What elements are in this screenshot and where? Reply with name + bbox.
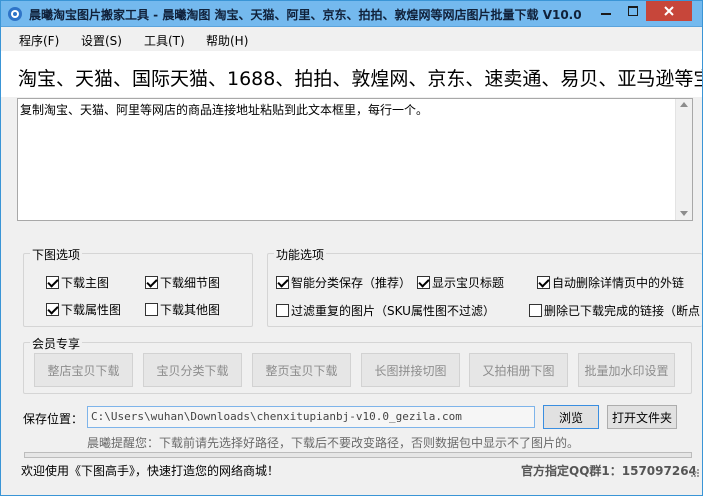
page-download-button[interactable]: 整页宝贝下载	[252, 353, 351, 387]
textarea-scrollbar[interactable]	[675, 99, 692, 220]
checkbox-label: 删除已下载完成的链接（断点	[544, 304, 701, 318]
close-button[interactable]	[646, 1, 692, 21]
menu-settings[interactable]: 设置(S)	[81, 32, 122, 49]
checkbox-box[interactable]	[46, 303, 59, 316]
checkbox-download-detail[interactable]: 下载细节图	[145, 274, 220, 291]
checkbox-delete-completed[interactable]: 删除已下载完成的链接（断点	[529, 302, 700, 319]
whole-shop-download-button[interactable]: 整店宝贝下载	[34, 353, 133, 387]
checkbox-box[interactable]	[276, 304, 289, 317]
minimize-button[interactable]	[592, 1, 619, 21]
status-welcome-text: 欢迎使用《下图高手》，快速打造您的网络商城！	[21, 464, 280, 478]
member-title: 会员专享	[30, 335, 83, 352]
checkbox-download-main[interactable]: 下载主图	[46, 274, 109, 291]
checkbox-show-title[interactable]: 显示宝贝标题	[417, 274, 504, 291]
checkbox-box[interactable]	[529, 304, 542, 317]
close-icon	[664, 6, 674, 16]
checkbox-smart-classify[interactable]: 智能分类保存（推荐）	[276, 274, 411, 291]
menu-program[interactable]: 程序(F)	[19, 32, 59, 49]
checkbox-label: 智能分类保存（推荐）	[291, 276, 412, 290]
download-options-title: 下图选项	[30, 246, 83, 263]
scroll-down-arrow-icon[interactable]	[680, 211, 688, 216]
checkbox-label: 下载属性图	[61, 303, 122, 317]
function-options-title: 功能选项	[274, 246, 327, 263]
checkbox-remove-external-links[interactable]: 自动删除详情页中的外链	[537, 274, 684, 291]
maximize-button[interactable]	[619, 1, 646, 21]
scroll-up-arrow-icon[interactable]	[680, 102, 688, 107]
app-logo-icon	[8, 7, 22, 21]
supported-sites-banner: 淘宝、天猫、国际天猫、1688、拍拍、敦煌网、京东、速卖通、易贝、亚马逊等宝	[1, 51, 702, 97]
category-download-button[interactable]: 宝贝分类下载	[143, 353, 242, 387]
checkbox-box[interactable]	[417, 276, 430, 289]
checkbox-box[interactable]	[145, 303, 158, 316]
save-path-input[interactable]: C:\Users\wuhan\Downloads\chenxitupianbj-…	[87, 406, 535, 428]
checkbox-label: 下载其他图	[160, 303, 221, 317]
window-title: 晨曦淘宝图片搬家工具 - 晨曦淘图 淘宝、天猫、阿里、京东、拍拍、敦煌网等网店图…	[29, 8, 582, 22]
checkbox-filter-duplicates[interactable]: 过滤重复的图片（SKU属性图不过滤）	[276, 302, 495, 319]
minimize-icon	[600, 13, 611, 15]
banner-text: 淘宝、天猫、国际天猫、1688、拍拍、敦煌网、京东、速卖通、易贝、亚马逊等宝	[18, 68, 702, 90]
menu-tools[interactable]: 工具(T)	[144, 32, 185, 49]
checkbox-box[interactable]	[537, 276, 550, 289]
save-location-label: 保存位置：	[23, 412, 84, 426]
download-progress-bar	[24, 452, 692, 458]
checkbox-download-other[interactable]: 下载其他图	[145, 301, 220, 318]
long-image-split-button[interactable]: 长图拼接切图	[361, 353, 460, 387]
menu-bar: 程序(F) 设置(S) 工具(T) 帮助(H)	[1, 28, 702, 50]
browse-button[interactable]: 浏览	[543, 405, 599, 429]
checkbox-label: 下载主图	[61, 276, 110, 290]
url-input-text: 复制淘宝、天猫、阿里等网店的商品连接地址粘贴到此文本框里，每行一个。	[20, 103, 429, 117]
batch-watermark-button[interactable]: 批量加水印设置	[578, 353, 675, 387]
checkbox-label: 过滤重复的图片（SKU属性图不过滤）	[291, 304, 495, 318]
checkbox-box[interactable]	[46, 276, 59, 289]
title-bar[interactable]: 晨曦淘宝图片搬家工具 - 晨曦淘图 淘宝、天猫、阿里、京东、拍拍、敦煌网等网店图…	[1, 1, 702, 27]
resize-grip-icon[interactable]	[690, 468, 700, 478]
open-folder-button[interactable]: 打开文件夹	[607, 405, 677, 429]
maximize-icon	[627, 6, 638, 16]
app-window: 晨曦淘宝图片搬家工具 - 晨曦淘图 淘宝、天猫、阿里、京东、拍拍、敦煌网等网店图…	[0, 0, 703, 496]
save-hint-text: 晨曦提醒您：下载前请先选择好路径，下载后不要改变路径，否则数据包中显示不了图片的…	[87, 436, 580, 450]
status-qq-group-text: 官方指定QQ群1：157097264	[521, 464, 697, 478]
checkbox-label: 显示宝贝标题	[432, 276, 505, 290]
checkbox-download-attribute[interactable]: 下载属性图	[46, 301, 121, 318]
url-input-textarea[interactable]: 复制淘宝、天猫、阿里等网店的商品连接地址粘贴到此文本框里，每行一个。	[17, 98, 693, 221]
checkbox-box[interactable]	[276, 276, 289, 289]
menu-help[interactable]: 帮助(H)	[206, 32, 248, 49]
status-bar: 欢迎使用《下图高手》，快速打造您的网络商城！ 官方指定QQ群1：15709726…	[1, 460, 702, 480]
upyun-album-download-button[interactable]: 又拍相册下图	[469, 353, 568, 387]
checkbox-box[interactable]	[145, 276, 158, 289]
checkbox-label: 自动删除详情页中的外链	[552, 276, 685, 290]
checkbox-label: 下载细节图	[160, 276, 221, 290]
